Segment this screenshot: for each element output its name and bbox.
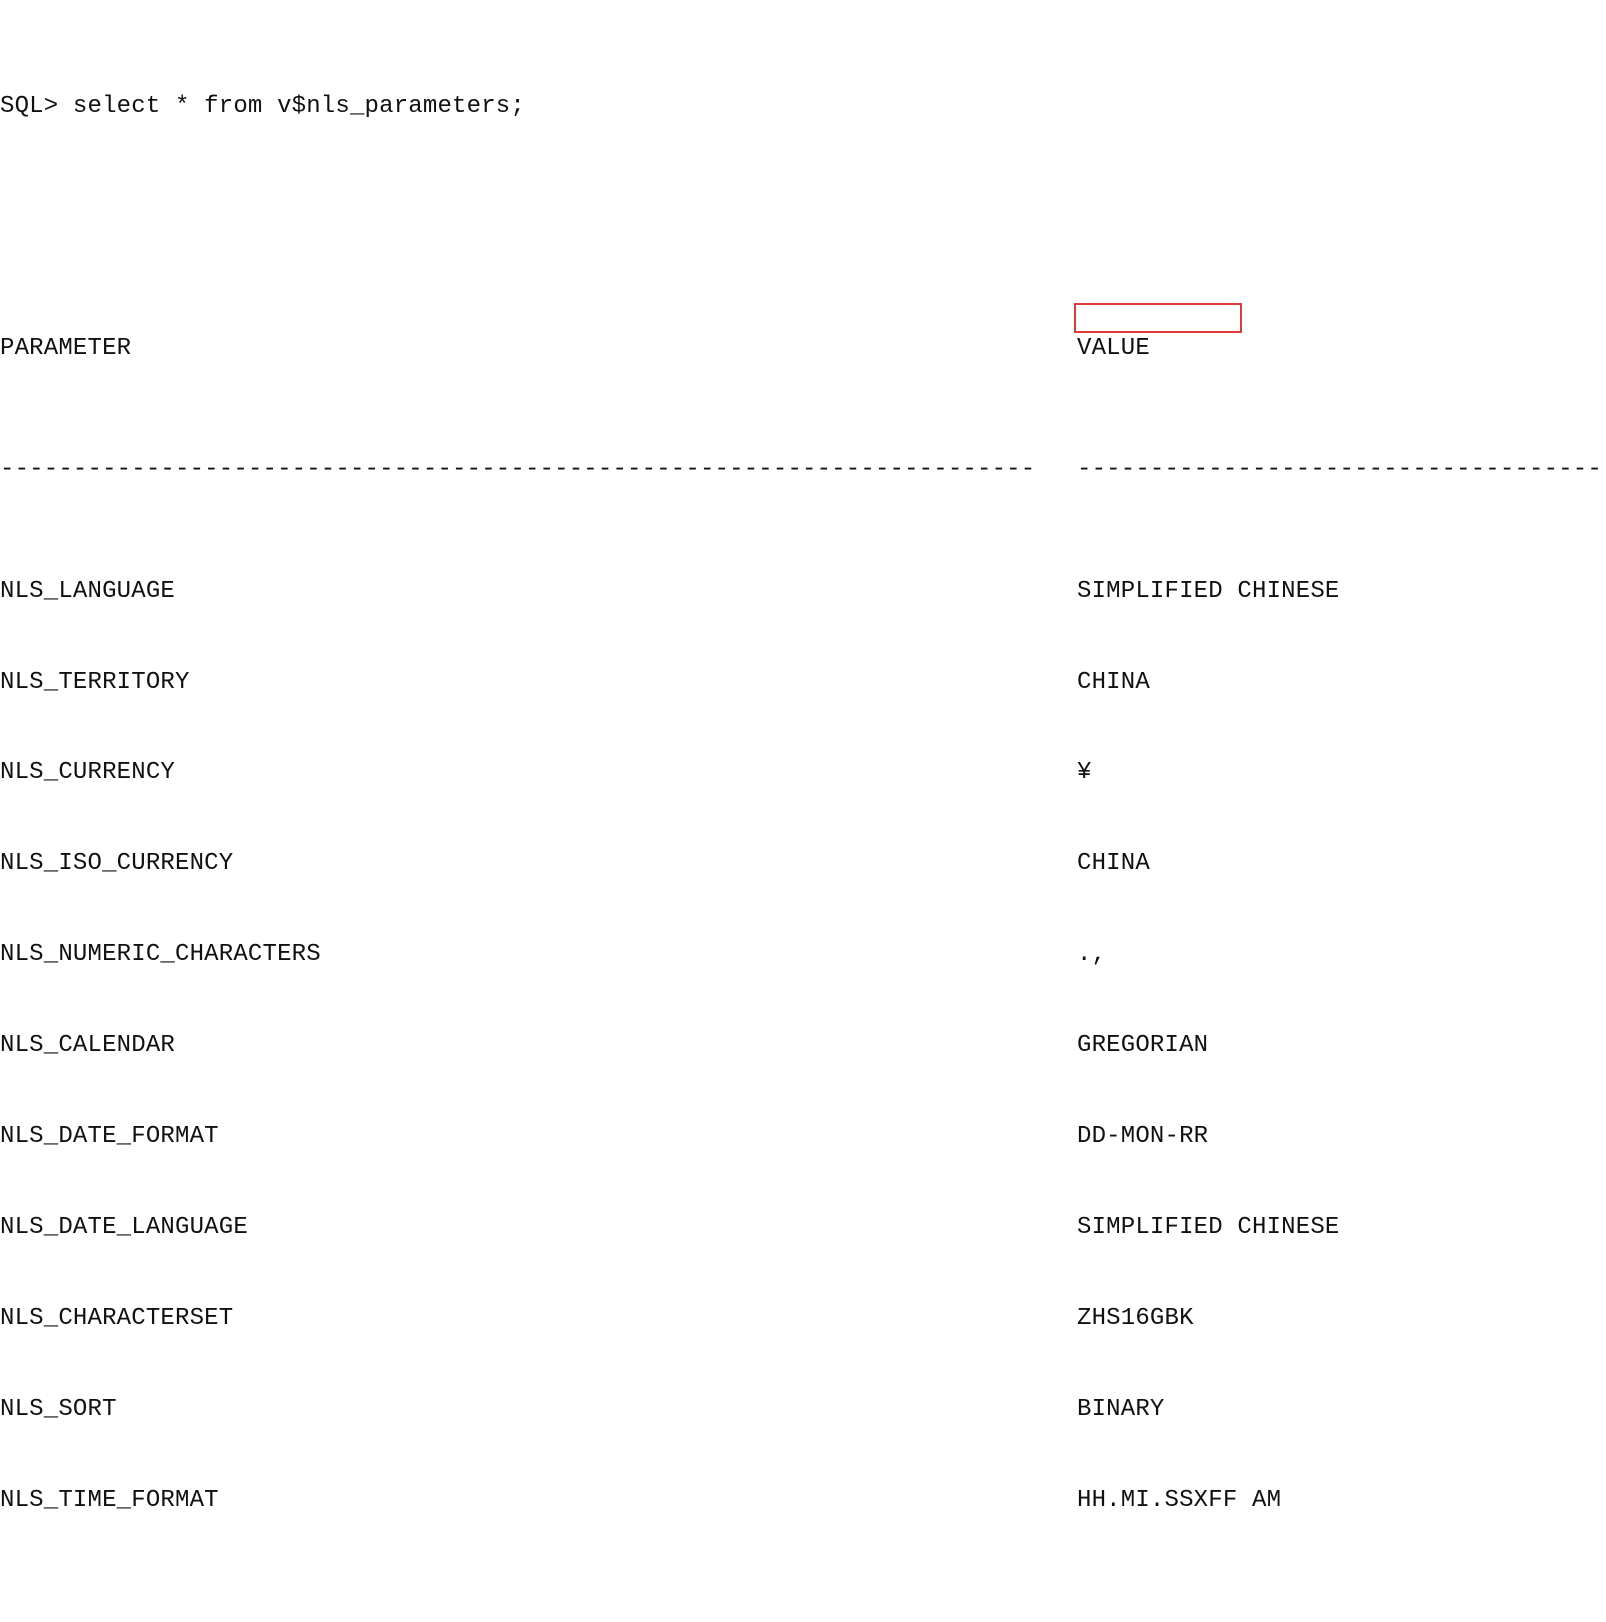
table-row: NLS_CALENDAR GREGORIAN xyxy=(0,1031,1606,1061)
separator-left: ----------------------------------------… xyxy=(0,456,1036,484)
cell-value: CHINA xyxy=(1077,850,1150,878)
header-separator-row-1: ----------------------------------------… xyxy=(0,455,1606,485)
cell-value-highlighted: DD-MON-RR xyxy=(1077,1122,1209,1150)
annotation-highlight-box xyxy=(1074,303,1242,333)
cell-value: HH.MI.SSXFF AM xyxy=(1077,1486,1282,1514)
table-row: NLS_TERRITORY CHINA xyxy=(0,668,1606,698)
sql-prompt-line: SQL> select * from v$nls_parameters; xyxy=(0,92,525,120)
table-row: NLS_CHARACTERSET ZHS16GBK xyxy=(0,1304,1606,1334)
sqlplus-terminal-output: SQL> select * from v$nls_parameters; PAR… xyxy=(0,0,1606,1514)
cell-parameter: NLS_CURRENCY xyxy=(0,759,175,787)
table-row: NLS_SORT BINARY xyxy=(0,1395,1606,1425)
cell-parameter: NLS_DATE_FORMAT xyxy=(0,1122,219,1150)
cell-parameter: NLS_TERRITORY xyxy=(0,668,190,696)
cell-value: GREGORIAN xyxy=(1077,1032,1209,1060)
table-row-date-format: NLS_DATE_FORMAT DD-MON-RR xyxy=(0,1122,1606,1152)
cell-parameter: NLS_DATE_LANGUAGE xyxy=(0,1213,248,1241)
cell-value: ZHS16GBK xyxy=(1077,1304,1194,1332)
cell-value: ¥ xyxy=(1077,759,1092,787)
cell-parameter: NLS_LANGUAGE xyxy=(0,577,175,605)
cell-parameter: NLS_ISO_CURRENCY xyxy=(0,850,234,878)
table-row: NLS_CURRENCY ¥ xyxy=(0,758,1606,788)
header-parameter: PARAMETER xyxy=(0,335,132,363)
table-row: NLS_NUMERIC_CHARACTERS ., xyxy=(0,940,1606,970)
cell-parameter: NLS_SORT xyxy=(0,1395,117,1423)
cell-value: ., xyxy=(1077,941,1107,969)
cell-value: SIMPLIFIED CHINESE xyxy=(1077,1213,1340,1241)
table-row: NLS_ISO_CURRENCY CHINA xyxy=(0,849,1606,879)
table-row: NLS_LANGUAGE SIMPLIFIED CHINESE xyxy=(0,577,1606,607)
column-header-row-1: PARAMETER VALUE xyxy=(0,334,1606,364)
cell-value: SIMPLIFIED CHINESE xyxy=(1077,577,1340,605)
cell-parameter: NLS_NUMERIC_CHARACTERS xyxy=(0,941,321,969)
table-row: NLS_DATE_LANGUAGE SIMPLIFIED CHINESE xyxy=(0,1213,1606,1243)
cell-parameter: NLS_CALENDAR xyxy=(0,1032,175,1060)
cell-parameter: NLS_TIME_FORMAT xyxy=(0,1486,219,1514)
separator-right: ------------------------------------ xyxy=(1077,456,1602,484)
cell-value: CHINA xyxy=(1077,668,1150,696)
header-value: VALUE xyxy=(1077,335,1150,363)
cell-value: BINARY xyxy=(1077,1395,1165,1423)
table-row: NLS_TIME_FORMAT HH.MI.SSXFF AM xyxy=(0,1486,1606,1516)
cell-parameter: NLS_CHARACTERSET xyxy=(0,1304,234,1332)
